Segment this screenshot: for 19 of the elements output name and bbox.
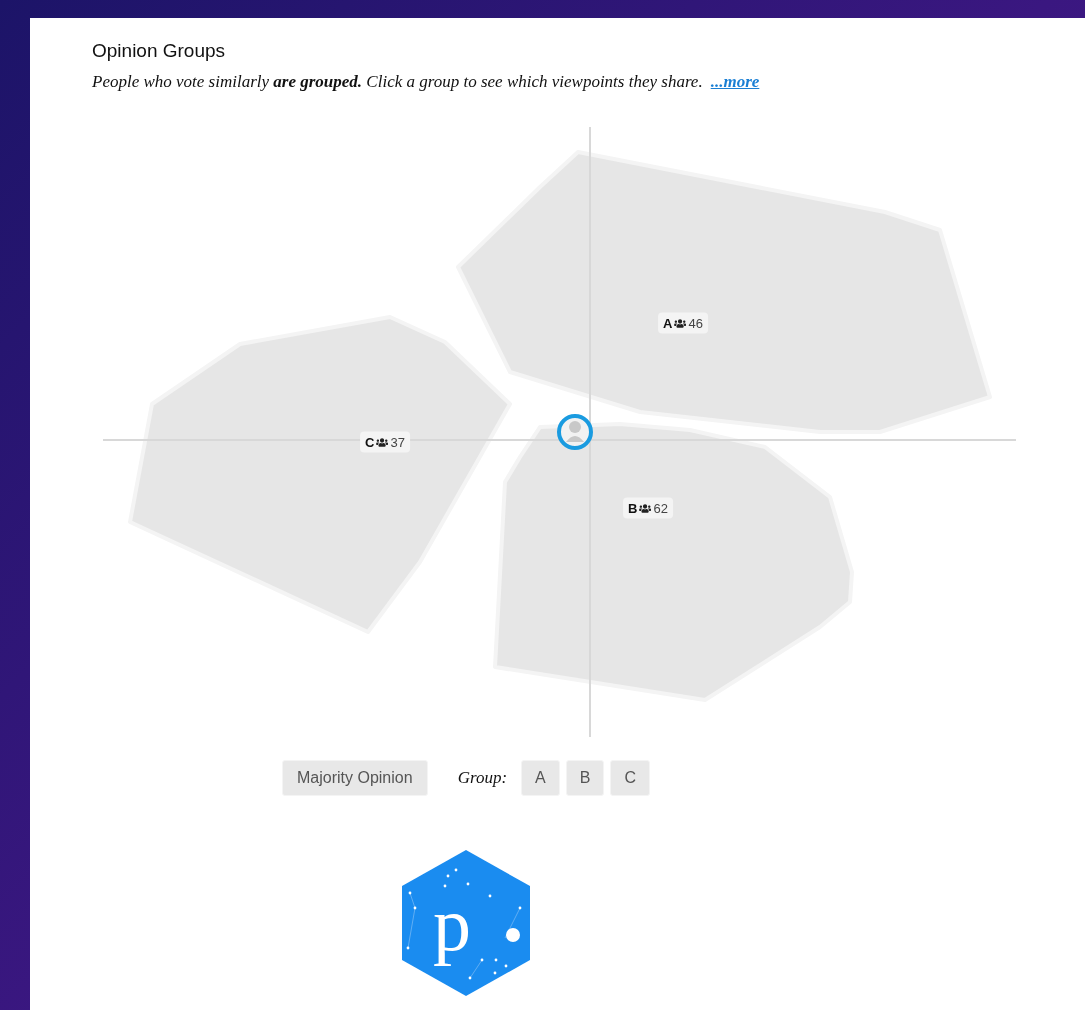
people-icon [639,502,652,514]
user-avatar-icon [557,414,593,450]
majority-opinion-button[interactable]: Majority Opinion [282,760,428,796]
more-link[interactable]: ...more [710,72,760,91]
section-title: Opinion Groups [92,39,227,62]
group-region[interactable] [456,150,992,434]
group-button[interactable]: C [610,760,650,796]
group-label[interactable]: C 37 [360,431,410,453]
group-region[interactable] [493,422,854,702]
logo: p [400,848,532,998]
group-button[interactable]: A [521,760,560,796]
group-label[interactable]: A 46 [658,312,708,334]
people-icon [674,317,687,329]
group-region[interactable] [128,315,512,634]
people-icon [376,436,389,448]
group-label[interactable]: B 62 [623,497,673,519]
group-button[interactable]: B [565,760,605,796]
group-label-text: Group: [457,768,508,788]
description: People who vote similarly are grouped. Click a group to see which viewpoints they share. [92,72,703,91]
